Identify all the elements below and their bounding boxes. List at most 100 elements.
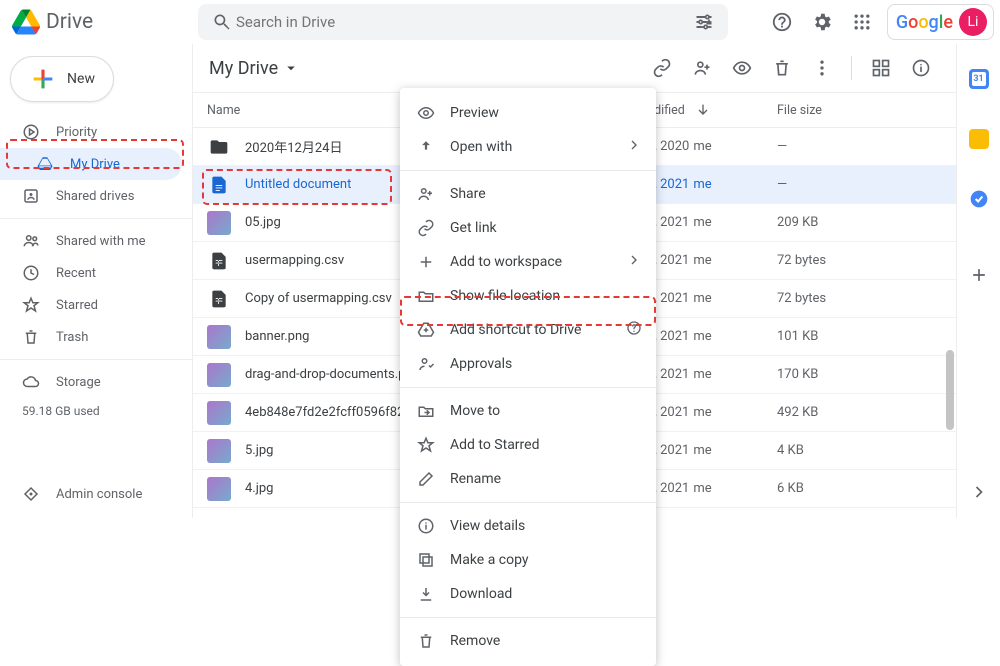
chevron-down-icon <box>282 59 300 77</box>
sidebar-item-recent[interactable]: Recent <box>0 257 182 289</box>
sidebar-item-admin-console[interactable]: Admin console <box>0 478 182 510</box>
sidebar-item-label: My Drive <box>70 157 120 172</box>
people-icon <box>22 232 40 250</box>
image-thumb-icon <box>207 211 231 235</box>
header-actions: Google Li <box>763 3 994 41</box>
modified-by: me <box>693 177 711 192</box>
menu-item-open-with[interactable]: Open with <box>400 130 656 164</box>
col-modified[interactable]: odified <box>647 102 777 118</box>
sidebar-item-my-drive[interactable]: My Drive <box>0 148 182 180</box>
avatar[interactable]: Li <box>959 8 987 36</box>
menu-item-icon <box>416 253 436 271</box>
menu-item-icon <box>416 436 436 454</box>
image-thumb-icon <box>207 325 231 349</box>
menu-item-label: Rename <box>450 471 501 487</box>
shared-drives-icon <box>22 187 40 205</box>
context-menu: Preview Open with Share Get link Add to work… <box>400 88 656 666</box>
sidebar-item-label: Recent <box>56 266 96 281</box>
info-icon[interactable] <box>902 49 940 87</box>
layout-grid-icon[interactable] <box>862 49 900 87</box>
search-input[interactable] <box>236 13 690 31</box>
file-name: banner.png <box>245 329 309 344</box>
image-thumb-icon <box>207 477 231 501</box>
star-icon <box>22 296 40 314</box>
search-icon <box>208 3 236 41</box>
menu-item-add-to-starred[interactable]: Add to Starred <box>400 428 656 462</box>
menu-item-move-to[interactable]: Move to <box>400 394 656 428</box>
sidebar: New Priority My Drive Shared drives Shar… <box>0 44 192 518</box>
file-size: 72 bytes <box>777 291 956 306</box>
modified-by: me <box>693 215 711 230</box>
header: Drive Google Li <box>0 0 1000 44</box>
file-name: 4.jpg <box>245 481 273 496</box>
tasks-icon[interactable] <box>960 180 998 218</box>
sidebar-item-trash[interactable]: Trash <box>0 321 182 353</box>
delete-icon[interactable] <box>763 49 801 87</box>
addons-plus-icon[interactable] <box>960 256 998 294</box>
file-type-icon <box>207 135 231 159</box>
col-size[interactable]: File size <box>777 103 956 118</box>
new-button[interactable]: New <box>10 56 114 102</box>
menu-item-share[interactable]: Share <box>400 177 656 211</box>
menu-item-icon <box>416 402 436 420</box>
menu-item-view-details[interactable]: View details <box>400 509 656 543</box>
file-type-icon <box>207 173 231 197</box>
file-size: 492 KB <box>777 405 956 420</box>
sidebar-item-shared-drives[interactable]: Shared drives <box>0 180 182 212</box>
menu-item-icon <box>416 355 436 373</box>
file-name: 5.jpg <box>245 443 273 458</box>
modified-by: me <box>693 329 711 344</box>
sidebar-item-storage[interactable]: Storage <box>0 366 182 398</box>
file-name: drag-and-drop-documents.png <box>245 367 420 382</box>
scrollbar-thumb[interactable] <box>946 350 954 430</box>
collapse-panel-icon[interactable] <box>969 482 989 506</box>
file-name: Untitled document <box>245 177 351 192</box>
menu-item-add-to-workspace[interactable]: Add to workspace <box>400 245 656 279</box>
share-icon[interactable] <box>683 49 721 87</box>
sidebar-item-label: Shared with me <box>56 234 146 249</box>
modified-by: me <box>693 139 711 154</box>
menu-item-label: Get link <box>450 220 497 236</box>
search-tune-icon[interactable] <box>690 3 718 41</box>
get-link-icon[interactable] <box>643 49 681 87</box>
file-name: usermapping.csv <box>245 253 344 268</box>
menu-item-show-file-location[interactable]: Show file location <box>400 279 656 313</box>
menu-item-make-a-copy[interactable]: Make a copy <box>400 543 656 577</box>
menu-item-label: Open with <box>450 139 512 155</box>
priority-icon <box>22 123 40 141</box>
sidebar-item-shared-with-me[interactable]: Shared with me <box>0 225 182 257</box>
new-button-label: New <box>67 71 95 87</box>
modified-by: me <box>693 481 711 496</box>
search-bar[interactable] <box>198 4 728 40</box>
menu-item-icon <box>416 517 436 535</box>
modified-by: me <box>693 367 711 382</box>
menu-item-rename[interactable]: Rename <box>400 462 656 496</box>
preview-icon[interactable] <box>723 49 761 87</box>
image-thumb-icon <box>207 401 231 425</box>
keep-icon[interactable] <box>960 120 998 158</box>
clock-icon <box>22 264 40 282</box>
menu-item-approvals[interactable]: Approvals <box>400 347 656 381</box>
account-chip[interactable]: Google Li <box>887 4 994 40</box>
apps-grid-icon[interactable] <box>843 3 881 41</box>
breadcrumb[interactable]: My Drive <box>209 58 300 79</box>
menu-item-preview[interactable]: Preview <box>400 96 656 130</box>
more-icon[interactable] <box>803 49 841 87</box>
menu-item-download[interactable]: Download <box>400 577 656 611</box>
submenu-chevron-icon <box>626 252 642 272</box>
settings-icon[interactable] <box>803 3 841 41</box>
image-thumb-icon <box>207 363 231 387</box>
calendar-icon[interactable]: 31 <box>960 60 998 98</box>
menu-item-remove[interactable]: Remove <box>400 624 656 658</box>
google-wordmark: Google <box>896 12 953 33</box>
help-icon[interactable] <box>763 3 801 41</box>
sidebar-item-label: Trash <box>56 330 88 345</box>
arrow-down-icon <box>695 102 711 118</box>
menu-item-add-shortcut-to-drive[interactable]: Add shortcut to Drive <box>400 313 656 347</box>
sidebar-item-starred[interactable]: Starred <box>0 289 182 321</box>
sidebar-item-priority[interactable]: Priority <box>0 116 182 148</box>
menu-item-get-link[interactable]: Get link <box>400 211 656 245</box>
menu-item-label: Remove <box>450 633 500 649</box>
drive-icon <box>36 155 54 173</box>
app-logo[interactable]: Drive <box>12 8 200 36</box>
